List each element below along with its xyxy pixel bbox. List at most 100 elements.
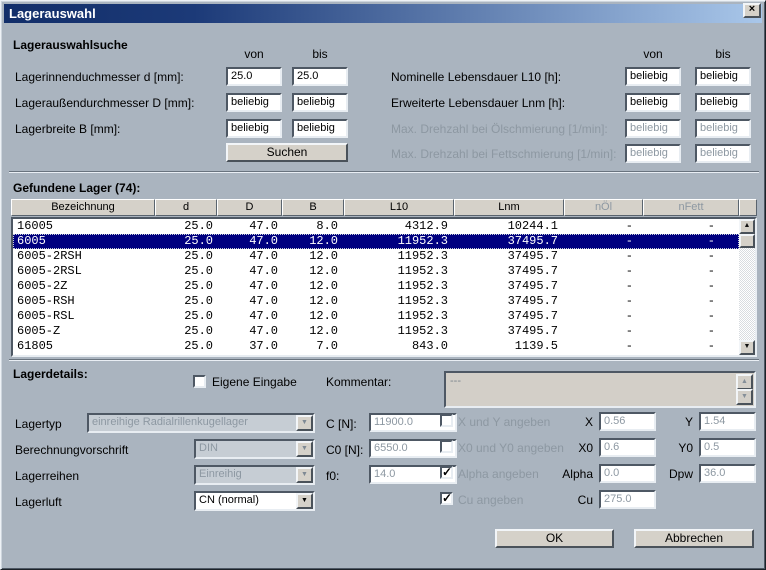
- x0-und-y0-checkbox[interactable]: [440, 440, 453, 453]
- cell-Lnm: 37495.7: [456, 249, 566, 264]
- table-row[interactable]: 6005-2RSH 25.0 47.0 12.0 11952.3 37495.7…: [13, 249, 739, 264]
- table-row[interactable]: 61805 25.0 37.0 7.0 843.0 1139.5 - -: [13, 339, 739, 354]
- eigene-eingabe-checkbox[interactable]: [193, 375, 206, 388]
- cell-nOel: -: [566, 339, 645, 354]
- search-label-fett: Max. Drehzahl bei Fettschmierung [1/min]…: [391, 147, 616, 161]
- cell-L10: 843.0: [346, 339, 456, 354]
- d-von-input[interactable]: 25.0: [226, 67, 282, 86]
- chevron-down-icon: ▼: [296, 415, 313, 431]
- y-label: Y: [657, 415, 693, 429]
- L10-bis-input[interactable]: beliebig: [695, 67, 751, 86]
- oil-bis-input: beliebig: [695, 119, 751, 138]
- search-label-Lnm: Erweiterte Lebensdauer Lnm [h]:: [391, 96, 565, 110]
- d-bis-input[interactable]: 25.0: [292, 67, 348, 86]
- cell-D: 47.0: [219, 309, 284, 324]
- column-header-d[interactable]: d: [155, 199, 217, 216]
- c-label: C [N]:: [326, 417, 357, 431]
- kommentar-scroll-down-button: ▼: [736, 389, 753, 405]
- table-row[interactable]: 6005-Z 25.0 47.0 12.0 11952.3 37495.7 - …: [13, 324, 739, 339]
- D-bis-input[interactable]: beliebig: [292, 93, 348, 112]
- alpha-label: Alpha: [521, 467, 593, 481]
- search-section-heading: Lagerauswahlsuche: [13, 38, 128, 52]
- table-row[interactable]: 6005-RSL 25.0 47.0 12.0 11952.3 37495.7 …: [13, 309, 739, 324]
- column-header-D[interactable]: D: [217, 199, 282, 216]
- f0-label: f0:: [326, 469, 339, 483]
- cell-D: 47.0: [219, 264, 284, 279]
- x0-input: 0.6: [599, 438, 656, 457]
- cell-bezeichnung: 6005-2RSH: [13, 249, 157, 264]
- cell-Lnm: 1139.5: [456, 339, 566, 354]
- window-title: Lagerauswahl: [9, 6, 96, 21]
- arrow-up-icon: ▲: [741, 378, 748, 385]
- cell-nOel: -: [566, 219, 645, 234]
- Lnm-bis-input[interactable]: beliebig: [695, 93, 751, 112]
- cell-L10: 11952.3: [346, 249, 456, 264]
- results-listbox: 16005 25.0 47.0 8.0 4312.9 10244.1 - - 6…: [11, 217, 757, 357]
- column-header-nOel: nÖl: [564, 199, 643, 216]
- cell-D: 47.0: [219, 279, 284, 294]
- lagerreihen-value: Einreihig: [196, 467, 296, 483]
- arrow-down-icon: ▼: [741, 393, 748, 400]
- cell-nFett: -: [645, 279, 741, 294]
- cell-Lnm: 37495.7: [456, 279, 566, 294]
- cell-B: 8.0: [284, 219, 346, 234]
- von-column-label-left: von: [226, 47, 282, 61]
- table-scrollbar[interactable]: ▲ ▼: [739, 219, 755, 355]
- cell-D: 47.0: [219, 324, 284, 339]
- cell-nOel: -: [566, 294, 645, 309]
- cell-L10: 11952.3: [346, 279, 456, 294]
- cell-nFett: -: [645, 294, 741, 309]
- scroll-down-button[interactable]: ▼: [739, 340, 755, 355]
- table-row[interactable]: 6005-2Z 25.0 47.0 12.0 11952.3 37495.7 -…: [13, 279, 739, 294]
- search-label-L10: Nominelle Lebensdauer L10 [h]:: [391, 70, 561, 84]
- alpha-checkbox[interactable]: [440, 466, 453, 479]
- y0-input: 0.5: [699, 438, 756, 457]
- B-bis-input[interactable]: beliebig: [292, 119, 348, 138]
- column-header-L10[interactable]: L10: [344, 199, 454, 216]
- cu-input: 275.0: [599, 490, 656, 509]
- search-label-d: Lagerinnenduchmesser d [mm]:: [15, 70, 184, 84]
- scroll-up-button[interactable]: ▲: [739, 219, 755, 234]
- x-und-y-checkbox[interactable]: [440, 414, 453, 427]
- table-row[interactable]: 6005-2RSL 25.0 47.0 12.0 11952.3 37495.7…: [13, 264, 739, 279]
- L10-von-input[interactable]: beliebig: [625, 67, 681, 86]
- B-von-input[interactable]: beliebig: [226, 119, 282, 138]
- table-row[interactable]: 16005 25.0 47.0 8.0 4312.9 10244.1 - -: [13, 219, 739, 234]
- cell-nFett: -: [645, 339, 741, 354]
- close-button[interactable]: ×: [743, 3, 761, 18]
- cancel-button[interactable]: Abbrechen: [634, 529, 754, 548]
- title-bar[interactable]: Lagerauswahl: [4, 4, 762, 23]
- bis-column-label-right: bis: [695, 47, 751, 61]
- cell-d: 25.0: [157, 294, 219, 309]
- c0-label: C0 [N]:: [326, 443, 363, 457]
- column-header-Lnm[interactable]: Lnm: [454, 199, 564, 216]
- cell-Lnm: 37495.7: [456, 324, 566, 339]
- suchen-button[interactable]: Suchen: [226, 143, 348, 162]
- oil-von-input: beliebig: [625, 119, 681, 138]
- cell-d: 25.0: [157, 219, 219, 234]
- Lnm-von-input[interactable]: beliebig: [625, 93, 681, 112]
- D-von-input[interactable]: beliebig: [226, 93, 282, 112]
- cell-L10: 11952.3: [346, 309, 456, 324]
- table-row[interactable]: 6005-RSH 25.0 47.0 12.0 11952.3 37495.7 …: [13, 294, 739, 309]
- cell-B: 7.0: [284, 339, 346, 354]
- cell-nOel: -: [566, 324, 645, 339]
- lagerluft-select[interactable]: CN (normal) ▼: [194, 491, 315, 511]
- cell-nFett: -: [645, 249, 741, 264]
- cell-d: 25.0: [157, 309, 219, 324]
- column-header-bezeichnung[interactable]: Bezeichnung: [11, 199, 155, 216]
- separator: [9, 359, 759, 361]
- table-body: 16005 25.0 47.0 8.0 4312.9 10244.1 - - 6…: [13, 219, 739, 354]
- cu-checkbox[interactable]: [440, 492, 453, 505]
- table-row[interactable]: 6005 25.0 47.0 12.0 11952.3 37495.7 - -: [13, 234, 739, 249]
- cell-D: 47.0: [219, 249, 284, 264]
- column-header-filler: [739, 199, 757, 216]
- cell-B: 12.0: [284, 249, 346, 264]
- scrollbar-thumb[interactable]: [739, 234, 755, 248]
- lagerreihen-select: Einreihig ▼: [194, 465, 315, 485]
- cell-B: 12.0: [284, 324, 346, 339]
- cell-bezeichnung: 6005-RSH: [13, 294, 157, 309]
- ok-button[interactable]: OK: [495, 529, 614, 548]
- cell-d: 25.0: [157, 249, 219, 264]
- column-header-B[interactable]: B: [282, 199, 344, 216]
